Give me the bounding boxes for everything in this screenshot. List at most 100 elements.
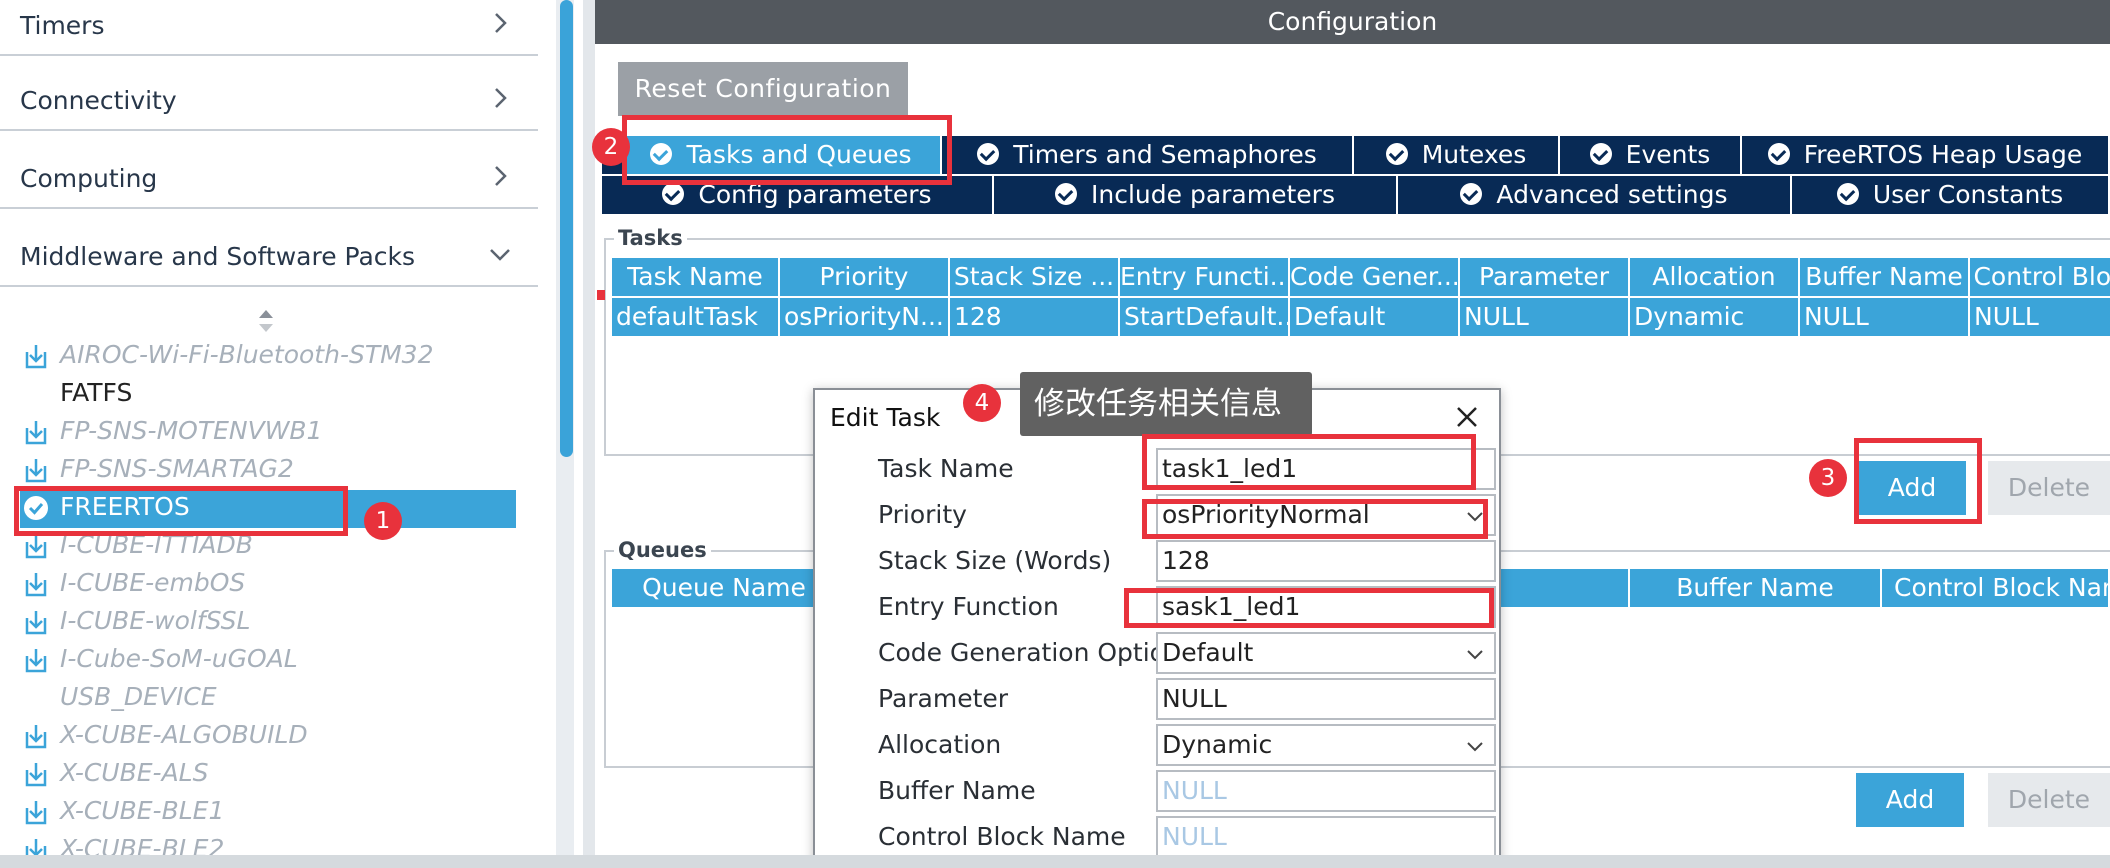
pack-label: FP-SNS-MOTENVWB1 [60, 416, 323, 445]
tasks-cell[interactable]: NULL [1460, 298, 1630, 336]
configuration-header: Configuration [595, 0, 2110, 44]
tab-include-parameters[interactable]: Include parameters [994, 176, 1398, 214]
download-icon [25, 459, 47, 483]
category-label: Timers [20, 11, 105, 40]
tasks-cell[interactable]: defaultTask [612, 298, 780, 336]
sidebar: Timers Connectivity Computing Middleware… [0, 0, 560, 863]
tasks-cell[interactable]: osPriorityN... [780, 298, 950, 336]
field-label: Parameter [878, 684, 1009, 713]
field-label: Buffer Name [878, 776, 1036, 805]
field-input[interactable]: NULL [1156, 770, 1496, 812]
tasks-col-header[interactable]: Task Name [612, 258, 780, 296]
pack-label: X-CUBE-BLE1 [60, 796, 225, 825]
tab-timers-and-semaphores[interactable]: Timers and Semaphores [942, 136, 1354, 174]
close-icon[interactable] [1450, 400, 1484, 434]
tasks-legend: Tasks [614, 226, 687, 250]
delete-queue-button[interactable]: Delete [1988, 773, 2110, 827]
download-icon [25, 345, 47, 369]
queues-col-header[interactable]: Control Block Nam [1882, 569, 2110, 607]
check-icon [1767, 143, 1790, 165]
pack-item[interactable]: X-CUBE-BLE1 [20, 794, 520, 830]
download-icon [25, 421, 47, 445]
tasks-col-header[interactable]: Allocation [1630, 258, 1800, 296]
tab-events[interactable]: Events [1560, 136, 1742, 174]
marker [597, 290, 605, 300]
pack-label: I-CUBE-embOS [60, 568, 246, 597]
download-icon [25, 801, 47, 825]
category-timers[interactable]: Timers [0, 0, 538, 56]
tab-label: Include parameters [1091, 180, 1335, 209]
field-input[interactable]: 128 [1156, 540, 1496, 582]
chevron-down-icon [1467, 742, 1483, 752]
highlight-add-button [1854, 438, 1982, 524]
check-icon [662, 183, 685, 205]
tasks-cell[interactable]: Dynamic [1630, 298, 1800, 336]
pack-item[interactable]: I-Cube-SoM-uGOAL [20, 642, 520, 678]
queues-col-header[interactable]: Queue Name [612, 569, 838, 607]
tasks-col-header[interactable]: Code Gener... [1290, 258, 1460, 296]
add-queue-button[interactable]: Add [1856, 773, 1964, 827]
category-label: Middleware and Software Packs [20, 242, 416, 271]
step-badge-4: 4 [963, 384, 1001, 422]
highlight-freertos [14, 486, 348, 536]
category-label: Connectivity [20, 86, 177, 115]
tasks-col-header[interactable]: Priority [780, 258, 950, 296]
queues-col-header[interactable]: Buffer Name [1630, 569, 1882, 607]
tasks-cell[interactable]: StartDefault... [1120, 298, 1290, 336]
download-icon [25, 763, 47, 787]
tasks-cell[interactable]: 128 [950, 298, 1120, 336]
pack-item[interactable]: I-CUBE-wolfSSL [20, 604, 520, 640]
check-icon [1055, 183, 1078, 205]
field-value: Default [1162, 638, 1254, 667]
delete-task-button[interactable]: Delete [1988, 461, 2110, 515]
tab-user-constants[interactable]: User Constants [1792, 176, 2110, 214]
pack-item[interactable]: X-CUBE-ALS [20, 756, 520, 792]
pack-item[interactable]: USB_DEVICE [20, 680, 520, 716]
reset-configuration-button[interactable]: Reset Configuration [618, 62, 908, 116]
tab-advanced-settings[interactable]: Advanced settings [1398, 176, 1792, 214]
tasks-cell[interactable]: Default [1290, 298, 1460, 336]
field-input[interactable]: NULL [1156, 816, 1496, 858]
tasks-col-header[interactable]: Stack Size ... [950, 258, 1120, 296]
tasks-col-header[interactable]: Entry Functi... [1120, 258, 1290, 296]
field-select[interactable]: Default [1156, 632, 1496, 674]
pack-label: I-CUBE-wolfSSL [60, 606, 251, 635]
check-icon [977, 143, 1000, 165]
step-badge-3: 3 [1809, 459, 1847, 497]
tab-freertos-heap-usage[interactable]: FreeRTOS Heap Usage [1742, 136, 2110, 174]
pack-label: I-Cube-SoM-uGOAL [60, 644, 298, 673]
tasks-col-header[interactable]: Buffer Name [1800, 258, 1970, 296]
tab-mutexes[interactable]: Mutexes [1354, 136, 1560, 174]
sort-icon[interactable] [256, 308, 276, 334]
pack-item[interactable]: FP-SNS-MOTENVWB1 [20, 414, 520, 450]
tab-label: Events [1625, 140, 1711, 169]
field-label: Code Generation Option [878, 638, 1181, 667]
pack-item[interactable]: AIROC-Wi-Fi-Bluetooth-STM32 [20, 338, 520, 374]
tasks-cell[interactable]: NULL [1800, 298, 1970, 336]
tasks-cell[interactable]: NULL [1970, 298, 2110, 336]
pack-item[interactable]: FP-SNS-SMARTAG2 [20, 452, 520, 488]
tasks-col-header[interactable]: Control Blo... [1970, 258, 2110, 296]
pack-label: X-CUBE-ALS [60, 758, 209, 787]
highlight-entry-function [1124, 588, 1494, 628]
tab-label: FreeRTOS Heap Usage [1803, 140, 2083, 169]
field-input[interactable]: NULL [1156, 678, 1496, 720]
pack-item[interactable]: X-CUBE-ALGOBUILD [20, 718, 520, 754]
pack-label: USB_DEVICE [60, 682, 217, 711]
check-icon [1589, 143, 1612, 165]
step-badge-1: 1 [364, 502, 402, 540]
pack-item[interactable]: FATFS [20, 376, 520, 412]
category-middleware[interactable]: Middleware and Software Packs [0, 209, 538, 287]
field-select[interactable]: Dynamic [1156, 724, 1496, 766]
check-icon [1460, 183, 1483, 205]
sidebar-scrollbar-thumb[interactable] [560, 0, 573, 457]
queues-legend: Queues [614, 538, 711, 562]
category-computing[interactable]: Computing [0, 131, 538, 209]
chevron-down-icon [490, 249, 510, 261]
category-connectivity[interactable]: Connectivity [0, 53, 538, 131]
pack-label: FP-SNS-SMARTAG2 [60, 454, 294, 483]
pack-item[interactable]: I-CUBE-embOS [20, 566, 520, 602]
tasks-col-header[interactable]: Parameter [1460, 258, 1630, 296]
download-icon [25, 573, 47, 597]
pack-label: FATFS [60, 378, 133, 407]
